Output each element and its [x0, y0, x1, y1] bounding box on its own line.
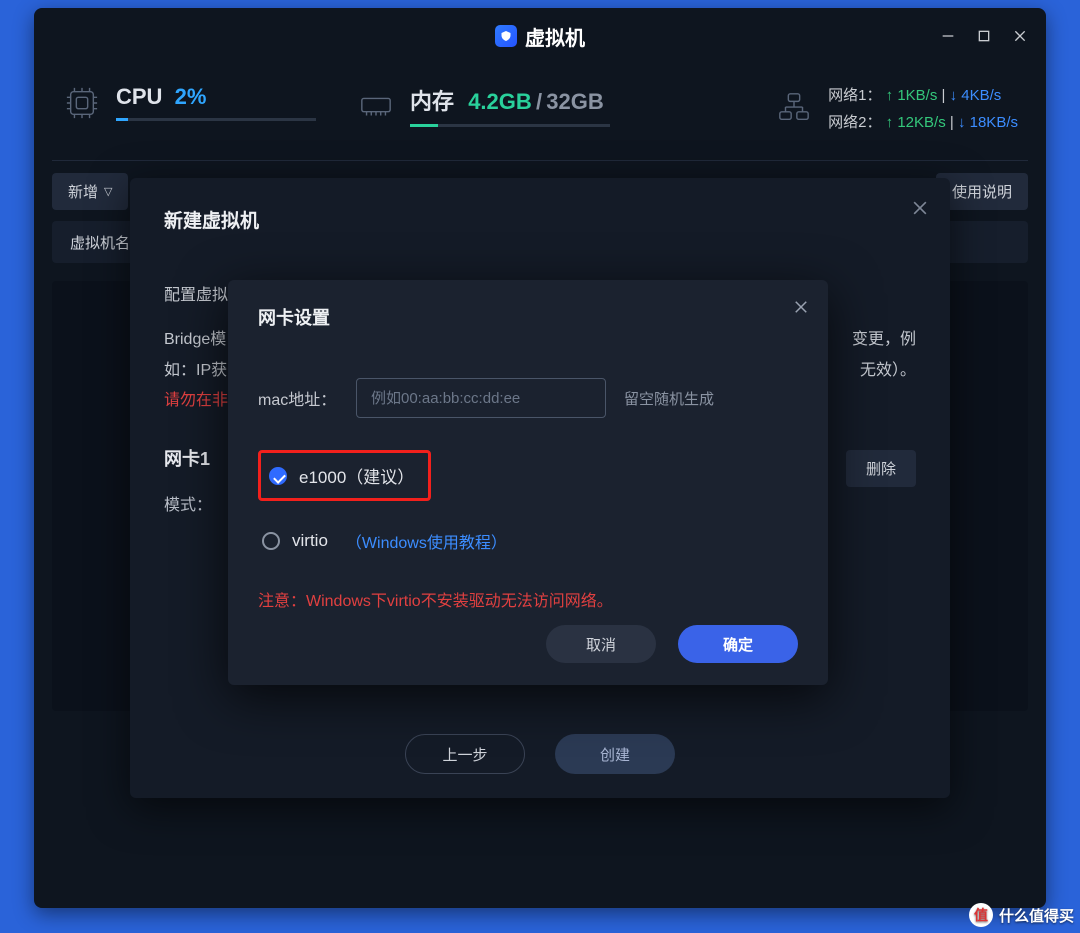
radio-virtio-label: virtio [292, 531, 328, 551]
radio-e1000[interactable] [269, 467, 287, 485]
prev-step-button[interactable]: 上一步 [405, 734, 525, 774]
modal-new-vm-close-icon[interactable] [910, 198, 930, 222]
delete-nic-button[interactable]: 删除 [846, 450, 916, 487]
mac-row: mac地址： 留空随机生成 [258, 378, 798, 418]
radio-e1000-label: e1000（建议） [299, 463, 414, 488]
modal-nic-settings: 网卡设置 mac地址： 留空随机生成 e1000（建议） virtio （Win… [228, 280, 828, 685]
net2-label: 网络2： [828, 114, 881, 131]
mac-label: mac地址： [258, 386, 338, 410]
memory-total: 32GB [546, 89, 603, 114]
modal-nic-close-icon[interactable] [792, 298, 810, 320]
virtio-row: virtio （Windows使用教程） [258, 529, 798, 553]
titlebar: 虚拟机 [34, 8, 1046, 64]
network-stat: 网络1： ↑ 1KB/s | ↓ 4KB/s 网络2： ↑ 12KB/s | ↓… [774, 84, 1018, 132]
mac-hint: 留空随机生成 [624, 388, 714, 409]
watermark: 值 什么值得买 [969, 903, 1074, 927]
virtio-note: 注意：Windows下virtio不安装驱动无法访问网络。 [258, 587, 798, 611]
cpu-percent: 2% [175, 84, 207, 109]
watermark-text: 什么值得买 [999, 905, 1074, 926]
add-button-label: 新增 [68, 181, 98, 202]
net-icon [774, 90, 814, 126]
stats-strip: CPU 2% 内存 4.2GB / 32GB [34, 64, 1046, 160]
minimize-icon[interactable] [940, 28, 956, 44]
ram-icon [356, 88, 396, 124]
desc-line1a: Bridge模 [164, 325, 226, 355]
modal-new-vm-title: 新建虚拟机 [164, 206, 916, 233]
net1-line: 网络1： ↑ 1KB/s | ↓ 4KB/s [828, 84, 1018, 105]
window-controls [940, 8, 1028, 64]
memory-stat: 内存 4.2GB / 32GB [356, 84, 610, 127]
net2-up: 12KB/s [897, 114, 945, 131]
watermark-badge: 值 [969, 903, 993, 927]
net1-up: 1KB/s [897, 87, 937, 104]
desc-line1b: 变更，例 [852, 325, 916, 355]
cancel-button[interactable]: 取消 [546, 625, 656, 663]
chevron-down-icon: ▽ [104, 185, 112, 198]
add-button[interactable]: 新增 ▽ [52, 173, 128, 210]
cpu-label: CPU [116, 84, 162, 109]
memory-label: 内存 [410, 89, 454, 114]
app-title: 虚拟机 [525, 22, 585, 51]
create-button[interactable]: 创建 [555, 734, 675, 774]
app-logo-icon [495, 25, 517, 47]
net2-down: 18KB/s [970, 114, 1018, 131]
memory-used: 4.2GB [468, 89, 532, 114]
desc-line2b: 无效）。 [860, 356, 916, 386]
virtio-tutorial-link[interactable]: （Windows使用教程） [346, 529, 507, 553]
close-icon[interactable] [1012, 28, 1028, 44]
radio-virtio[interactable] [262, 532, 280, 550]
desc-line2a: 如：IP获 [164, 356, 227, 386]
cpu-icon [62, 85, 102, 121]
net1-label: 网络1： [828, 87, 881, 104]
net1-down: 4KB/s [961, 87, 1001, 104]
cpu-stat: CPU 2% [62, 84, 316, 121]
ok-button[interactable]: 确定 [678, 625, 798, 663]
cpu-bar [116, 118, 316, 121]
net2-line: 网络2： ↑ 12KB/s | ↓ 18KB/s [828, 111, 1018, 132]
memory-bar [410, 124, 610, 127]
maximize-icon[interactable] [976, 28, 992, 44]
memory-sep: / [536, 89, 542, 114]
mac-input[interactable] [356, 378, 606, 418]
modal-nic-title: 网卡设置 [258, 304, 798, 330]
e1000-highlight: e1000（建议） [258, 450, 431, 501]
